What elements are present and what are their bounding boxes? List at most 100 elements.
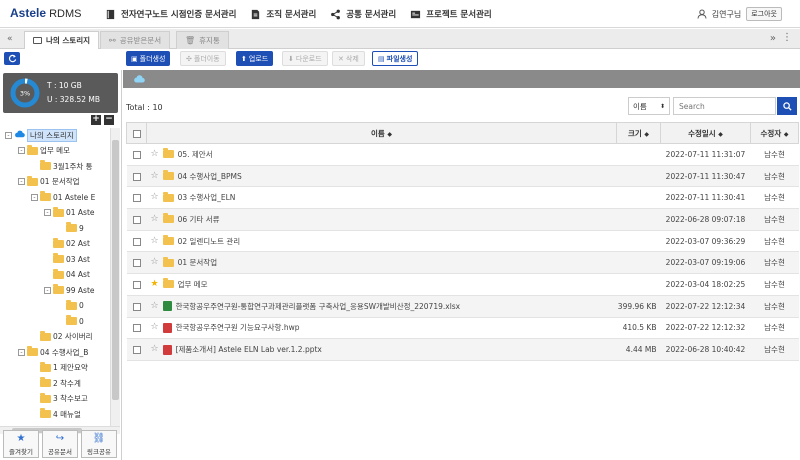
file-name[interactable]: 한국항공우주연구원 기능요구사항.hwp	[176, 322, 300, 333]
new-folder-button[interactable]: ▣ 폴더생성	[126, 51, 171, 66]
name-cell[interactable]: ☆ 02 일렌디노트 관리	[146, 230, 617, 253]
row-checkbox[interactable]	[132, 194, 141, 203]
star-icon[interactable]: ★	[151, 279, 159, 289]
move-folder-button[interactable]: ✣ 폴더이동	[180, 51, 226, 66]
file-name[interactable]: [제품소개서] Astele ELN Lab ver.1.2.pptx	[176, 344, 322, 355]
shared-docs-button[interactable]: ↪ 공유문서	[42, 430, 78, 458]
star-icon[interactable]: ☆	[151, 149, 159, 159]
file-name[interactable]: 한국항공우주연구원-통합연구과제관리플랫폼 구축사업_응용SW개발비산정_220…	[176, 301, 461, 312]
name-cell[interactable]: ☆ 한국항공우주연구원 기능요구사항.hwp	[146, 317, 617, 340]
tree-node[interactable]: 0	[57, 314, 84, 328]
scroll-thumb[interactable]	[112, 140, 119, 400]
search-button[interactable]	[777, 97, 797, 115]
file-name[interactable]: 04 수행사업_BPMS	[178, 171, 242, 182]
column-header-modified[interactable]: 수정일시 ◆	[660, 122, 751, 144]
tree-toggle-icon[interactable]: -	[18, 178, 25, 185]
name-cell[interactable]: ☆ 01 문서작업	[146, 251, 617, 275]
tree-node[interactable]: 04 Ast	[44, 268, 90, 282]
search-input[interactable]	[673, 97, 776, 115]
tree-node[interactable]: - 04 수행사업_B	[18, 345, 88, 359]
collapse-left-icon[interactable]: «	[7, 34, 13, 44]
delete-button[interactable]: ✕ 삭제	[332, 51, 365, 66]
tab-trash[interactable]: 🗑 휴지통	[176, 31, 229, 49]
more-icon[interactable]: ⋮	[782, 32, 792, 43]
star-icon[interactable]: ☆	[151, 301, 159, 311]
tree-toggle-icon[interactable]: -	[18, 348, 25, 356]
upload-button[interactable]: ⬆ 업로드	[236, 51, 274, 66]
tree-toggle-icon[interactable]: -	[44, 286, 51, 294]
tree-node[interactable]: 02 사이버리	[31, 330, 93, 344]
table-row[interactable]: ☆ 04 수행사업_BPMS 2022-07-11 11:30:47 남수현	[126, 165, 799, 188]
name-cell[interactable]: ☆ 06 기타 서류	[146, 208, 617, 231]
row-checkbox[interactable]	[132, 215, 141, 224]
column-header-name[interactable]: 이름 ◆	[146, 122, 617, 144]
star-icon[interactable]: ☆	[151, 236, 159, 246]
name-cell[interactable]: ☆ 05. 제안서	[146, 143, 617, 166]
row-checkbox[interactable]	[132, 237, 141, 246]
table-row[interactable]: ☆ 06 기타 서류 2022-06-28 09:07:18 남수현	[126, 208, 799, 231]
name-cell[interactable]: ☆ 03 수행사업_ELN	[146, 186, 617, 210]
tree-node[interactable]: 9	[57, 221, 84, 235]
column-header-modifier[interactable]: 수정자 ◆	[750, 122, 799, 144]
table-row[interactable]: ★ 업무 메모 2022-03-04 18:02:25 남수현	[126, 273, 799, 296]
row-checkbox[interactable]	[132, 324, 141, 333]
star-icon[interactable]: ☆	[151, 345, 159, 354]
tree-node[interactable]: 3월1주차 통	[31, 159, 93, 173]
tab-shared-docs[interactable]: ⚯ 공유받은문서	[100, 31, 171, 49]
star-icon[interactable]: ☆	[151, 323, 159, 332]
table-row[interactable]: ☆ 한국항공우주연구원-통합연구과제관리플랫폼 구축사업_응용SW개발비산정_22…	[126, 295, 799, 318]
star-icon[interactable]: ☆	[151, 171, 159, 181]
nav-research-notes[interactable]: 전자연구노트 시점인증 문서관리	[105, 8, 236, 20]
tree-node[interactable]: 3 착수보고	[31, 392, 88, 406]
tree-toggle-icon[interactable]: -	[31, 193, 38, 201]
tree-node[interactable]: 03 Ast	[44, 252, 90, 266]
tree-node[interactable]: 0	[57, 299, 84, 313]
nav-common-docs[interactable]: 공통 문서관리	[330, 8, 396, 20]
name-cell[interactable]: ☆ [제품소개서] Astele ELN Lab ver.1.2.pptx	[146, 338, 617, 361]
table-row[interactable]: ☆ 01 문서작업 2022-03-07 09:19:06 남수현	[126, 251, 799, 275]
file-name[interactable]: 01 문서작업	[178, 257, 218, 268]
expand-all-button[interactable]: +	[91, 115, 101, 125]
name-cell[interactable]: ★ 업무 메모	[146, 273, 617, 296]
tab-my-storage[interactable]: 나의 스토리지	[24, 31, 100, 49]
file-name[interactable]: 05. 제안서	[178, 149, 213, 160]
table-row[interactable]: ☆ 05. 제안서 2022-07-11 11:31:07 남수현	[126, 143, 799, 166]
tree-node[interactable]: 02 Ast	[44, 237, 90, 251]
tree-toggle-icon[interactable]: -	[18, 147, 25, 154]
file-name[interactable]: 업무 메모	[178, 279, 208, 290]
favorites-button[interactable]: ★ 즐겨찾기	[3, 430, 39, 458]
tree-toggle-icon[interactable]: -	[44, 209, 51, 216]
create-file-button[interactable]: ▤ 파일생성	[372, 51, 419, 66]
row-checkbox[interactable]	[132, 302, 141, 311]
app-logo[interactable]: Astele RDMS	[10, 6, 81, 20]
link-share-button[interactable]: ⛓ 링크공유	[81, 430, 117, 458]
row-checkbox[interactable]	[132, 172, 141, 181]
tree-node[interactable]: - 업무 메모	[18, 144, 70, 158]
refresh-button[interactable]	[4, 52, 20, 65]
tree-node[interactable]: - 99 Aste	[44, 283, 95, 297]
tree-node[interactable]: 4 매뉴얼	[31, 407, 81, 421]
download-button[interactable]: ⬇ 다운로드	[282, 51, 328, 66]
file-name[interactable]: 06 기타 서류	[178, 214, 220, 225]
tree-toggle-icon[interactable]: -	[5, 131, 12, 139]
nav-project-docs[interactable]: 프로젝트 문서관리	[410, 8, 492, 20]
row-checkbox[interactable]	[132, 346, 141, 355]
file-name[interactable]: 03 수행사업_ELN	[178, 192, 236, 203]
star-icon[interactable]: ☆	[151, 258, 159, 267]
star-icon[interactable]: ☆	[151, 214, 159, 224]
column-header-size[interactable]: 크기 ◆	[616, 122, 661, 144]
cloud-icon[interactable]	[133, 75, 145, 83]
tree-node[interactable]: 2 착수계	[31, 376, 81, 390]
table-row[interactable]: ☆ [제품소개서] Astele ELN Lab ver.1.2.pptx 4.44…	[126, 338, 799, 361]
select-all-checkbox[interactable]	[132, 129, 141, 138]
row-checkbox[interactable]	[132, 150, 141, 159]
name-cell[interactable]: ☆ 04 수행사업_BPMS	[146, 165, 617, 188]
row-checkbox[interactable]	[132, 259, 141, 268]
row-checkbox[interactable]	[132, 280, 141, 289]
collapse-all-button[interactable]: −	[104, 115, 114, 125]
star-icon[interactable]: ☆	[151, 193, 159, 202]
table-row[interactable]: ☆ 03 수행사업_ELN 2022-07-11 11:30:41 남수현	[126, 186, 799, 210]
tree-node[interactable]: - 01 문서작업	[18, 175, 80, 189]
table-row[interactable]: ☆ 02 일렌디노트 관리 2022-03-07 09:36:29 남수현	[126, 230, 799, 253]
tree-node[interactable]: 1 제안요약	[31, 361, 88, 375]
